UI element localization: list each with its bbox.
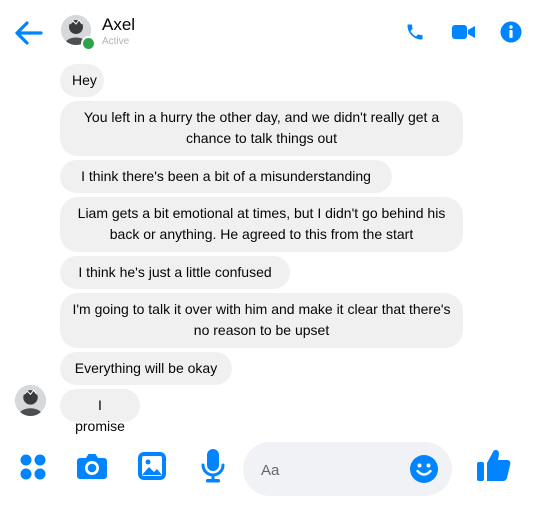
thumbs-up-icon[interactable] bbox=[476, 447, 512, 483]
phone-icon[interactable] bbox=[405, 22, 425, 42]
chat-header: Axel Active bbox=[0, 0, 540, 62]
contact-status: Active bbox=[102, 36, 130, 47]
microphone-icon[interactable] bbox=[200, 448, 226, 484]
camera-icon[interactable] bbox=[76, 451, 108, 481]
emoji-icon[interactable] bbox=[409, 454, 439, 484]
message-input-container[interactable] bbox=[243, 442, 452, 496]
message-bubble[interactable]: Everything will be okay bbox=[60, 352, 232, 385]
message-bubble[interactable]: You left in a hurry the other day, and w… bbox=[60, 101, 463, 156]
video-icon[interactable] bbox=[451, 23, 477, 41]
message-bubble[interactable]: I think he's just a little confused bbox=[60, 256, 290, 289]
back-arrow-icon[interactable] bbox=[14, 20, 44, 46]
info-icon[interactable] bbox=[500, 21, 522, 43]
message-bubble[interactable]: I'm going to talk it over with him and m… bbox=[60, 293, 463, 348]
message-bubble[interactable]: I promise bbox=[60, 389, 140, 434]
sender-avatar bbox=[15, 385, 46, 416]
message-bubble[interactable]: Hey bbox=[60, 64, 104, 97]
message-input[interactable] bbox=[259, 456, 403, 484]
online-status-dot bbox=[81, 36, 96, 51]
apps-icon[interactable] bbox=[19, 453, 47, 481]
message-bubble[interactable]: I think there's been a bit of a misunder… bbox=[60, 160, 392, 193]
message-bubble[interactable]: Liam gets a bit emotional at times, but … bbox=[60, 197, 463, 252]
contact-name[interactable]: Axel bbox=[102, 15, 135, 35]
image-icon[interactable] bbox=[137, 451, 167, 481]
